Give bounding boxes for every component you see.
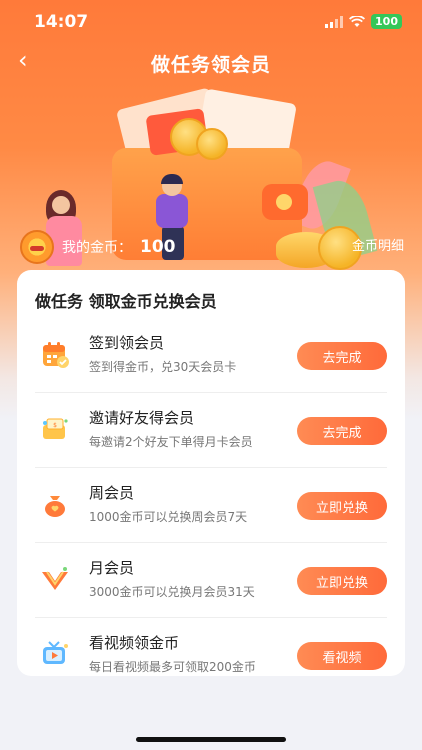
task-item: 周会员 1000金币可以兑换周会员7天 立即兑换	[17, 468, 405, 543]
my-coins-value: 100	[140, 237, 176, 257]
task-item: 签到领会员 签到得金币，兑30天会员卡 去完成	[17, 318, 405, 393]
vip-badge-icon	[42, 567, 68, 590]
task-item: $ 邀请好友得会员 每邀请2个好友下单得月卡会员 去完成	[17, 393, 405, 468]
home-indicator	[136, 737, 286, 742]
coin-decoration	[196, 128, 228, 160]
task-name: 邀请好友得会员	[89, 409, 195, 427]
task-desc: 签到得金币，兑30天会员卡	[89, 360, 237, 374]
task-action-button[interactable]: 立即兑换	[297, 492, 387, 520]
task-item: 看视频领金币 每日看视频最多可领取200金币 看视频	[17, 618, 405, 693]
status-bar: 14:07 100	[0, 0, 422, 44]
task-desc: 3000金币可以兑换月会员31天	[89, 585, 255, 599]
task-action-button[interactable]: 去完成	[297, 417, 387, 445]
task-name: 看视频领金币	[89, 634, 180, 652]
money-bag-icon	[45, 496, 65, 517]
task-card: 做任务 领取金币兑换会员 签到领会员 签到得金币，兑30天会员卡 去完成 $ 邀…	[17, 270, 405, 676]
task-action-button[interactable]: 看视频	[297, 642, 387, 670]
calendar-icon	[43, 342, 69, 368]
invite-gift-icon: $	[43, 418, 68, 439]
task-desc: 每邀请2个好友下单得月卡会员	[89, 435, 253, 449]
task-action-button[interactable]: 立即兑换	[297, 567, 387, 595]
svg-text:$: $	[53, 422, 57, 429]
battery-indicator: 100	[371, 14, 402, 29]
task-item: 月会员 3000金币可以兑换月会员31天 立即兑换	[17, 543, 405, 618]
my-coins: 我的金币： 100	[20, 230, 176, 264]
task-name: 月会员	[89, 559, 135, 577]
signal-icon	[325, 15, 344, 28]
wifi-icon	[349, 15, 366, 27]
lion-mascot-icon	[20, 230, 54, 264]
task-name: 周会员	[89, 484, 135, 502]
page-title: 做任务领会员	[150, 54, 271, 76]
task-desc: 1000金币可以兑换周会员7天	[89, 510, 248, 524]
video-tv-icon	[43, 641, 68, 664]
task-desc: 每日看视频最多可领取200金币	[89, 660, 256, 674]
coin-detail-link[interactable]: 金币明细	[352, 235, 404, 254]
my-coins-label: 我的金币：	[62, 240, 132, 256]
nav-bar: ‹ 做任务领会员	[0, 44, 422, 80]
status-time: 14:07	[34, 12, 89, 32]
task-action-button[interactable]: 去完成	[297, 342, 387, 370]
card-title: 做任务 领取金币兑换会员	[35, 292, 217, 311]
task-name: 签到领会员	[89, 334, 165, 352]
